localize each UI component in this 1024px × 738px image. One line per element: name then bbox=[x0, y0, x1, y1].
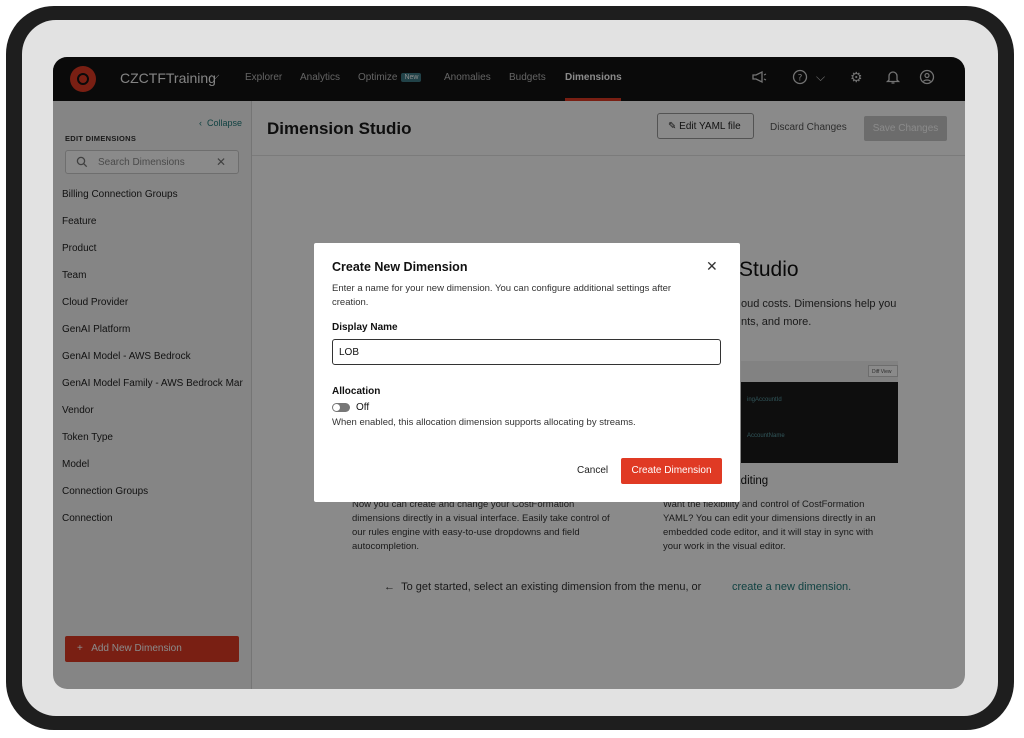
display-name-label: Display Name bbox=[332, 322, 398, 333]
allocation-toggle[interactable] bbox=[332, 403, 350, 412]
close-icon[interactable]: ✕ bbox=[706, 258, 718, 275]
allocation-help-text: When enabled, this allocation dimension … bbox=[332, 417, 636, 428]
allocation-label: Allocation bbox=[332, 386, 381, 397]
cancel-button[interactable]: Cancel bbox=[577, 465, 608, 476]
create-dimension-modal: Create New Dimension ✕ Enter a name for … bbox=[314, 243, 740, 502]
toggle-knob bbox=[333, 404, 340, 411]
app-screen: CZCTFTraining ⌵ Explorer Analytics Optim… bbox=[53, 57, 965, 689]
modal-title: Create New Dimension bbox=[332, 260, 468, 274]
modal-description: Enter a name for your new dimension. You… bbox=[332, 283, 672, 294]
modal-description: creation. bbox=[332, 297, 369, 308]
allocation-state: Off bbox=[356, 402, 370, 413]
create-dimension-button[interactable]: Create Dimension bbox=[621, 458, 722, 484]
display-name-input[interactable] bbox=[332, 339, 721, 365]
